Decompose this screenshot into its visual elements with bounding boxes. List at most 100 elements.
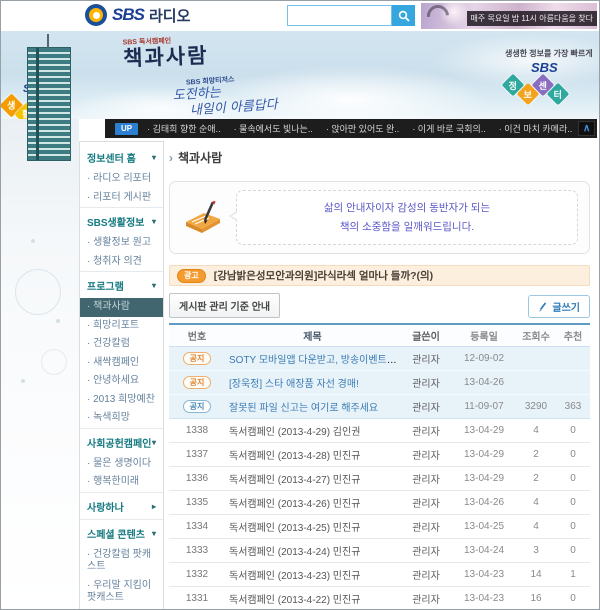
info-center-tagline: 생생한 정보를 가장 빠르게	[505, 48, 597, 59]
notice-row[interactable]: 공지SOTY 모바일앱 다운받고, 방송이벤트에 바로바로 참여하세요!관리자1…	[169, 347, 590, 371]
post-writer: 관리자	[400, 519, 452, 534]
up-badge: UP	[115, 123, 138, 135]
sidebar-section-title: 사회공헌캠페인	[87, 435, 151, 450]
post-title-link[interactable]: 독서캠페인 (2013-4-23) 민진규	[229, 571, 360, 582]
post-title-link[interactable]: 독서캠페인 (2013-4-29) 김인권	[229, 427, 360, 438]
post-writer: 관리자	[400, 351, 452, 366]
table-row[interactable]: 1334독서캠페인 (2013-4-25) 민진규관리자13-04-2540	[169, 515, 590, 539]
ticker-item[interactable]: · 앉아만 있어도 완..	[326, 122, 399, 135]
notice-badge: 공지	[183, 352, 212, 366]
sidebar-item[interactable]: · 건강칼럼 팟캐스트	[80, 546, 163, 577]
sidebar-section-header[interactable]: 프로그램▾	[80, 271, 163, 298]
table-row[interactable]: 1338독서캠페인 (2013-4-29) 김인권관리자13-04-2940	[169, 419, 590, 443]
logo-char: 터	[554, 88, 562, 101]
post-number: 1338	[169, 425, 225, 436]
page: SBS 라디오 매주 목요일 밤 11시 아름다움을 찾다 SBS 독서캠페인 …	[0, 0, 600, 610]
board-table: 번호제목글쓴이등록일조회수추천 공지SOTY 모바일앱 다운받고, 방송이벤트에…	[169, 323, 590, 610]
post-title-link[interactable]: SOTY 모바일앱 다운받고, 방송이벤트에 바로바로 참여하세요!	[229, 355, 400, 366]
pencil-icon	[538, 302, 548, 312]
post-writer: 관리자	[400, 543, 452, 558]
write-post-button[interactable]: 글쓰기	[528, 295, 590, 318]
table-row[interactable]: 1331독서캠페인 (2013-4-22) 민진규관리자13-04-23160	[169, 587, 590, 610]
logo-sbs-text: SBS	[112, 5, 144, 25]
notice-row[interactable]: 공지 잘못된 파일 신고는 여기로 해주세요 관리자11-09-073290363	[169, 395, 590, 419]
ticker-item[interactable]: · 김태희 향한 순애..	[147, 122, 220, 135]
table-row[interactable]: 1332독서캠페인 (2013-4-23) 민진규관리자13-04-23141	[169, 563, 590, 587]
ring-decoration	[15, 269, 61, 315]
post-title-link[interactable]: 독서캠페인 (2013-4-27) 민진규	[229, 475, 360, 486]
post-writer: 관리자	[400, 471, 452, 486]
hero-slogan: SBS 희망티저스 도전하는 내일이 아름답다	[172, 71, 278, 119]
logo-char: 보	[524, 88, 532, 101]
sidebar-item[interactable]: · 희망리포트	[80, 317, 163, 336]
ticker-collapse-button[interactable]: ∧	[578, 121, 595, 136]
notice-badge: 공지	[183, 376, 212, 390]
table-row[interactable]: 1333독서캠페인 (2013-4-24) 민진규관리자13-04-2430	[169, 539, 590, 563]
ad-notice-title[interactable]: [강남밝은성모안과의원]라식라섹 얼마나 들까?(의)	[214, 268, 433, 283]
sidebar-item[interactable]: · 새싹캠페인	[80, 354, 163, 373]
sidebar-section-header[interactable]: 정보센터 홈▾	[80, 144, 163, 170]
sidebar-item[interactable]: · 리포터 게시판	[80, 189, 163, 208]
sidebar-item[interactable]: · 책과사람	[80, 298, 163, 317]
notice-row[interactable]: 공지[장욱정] 스타 애장품 자선 경매!관리자13-04-26	[169, 371, 590, 395]
sidebar-item[interactable]: · 건강칼럼	[80, 335, 163, 354]
post-title-link[interactable]: 독서캠페인 (2013-4-26) 민진규	[229, 499, 360, 510]
sidebar-section-header[interactable]: 사랑하나▸	[80, 492, 163, 519]
logo-char: 센	[539, 79, 547, 92]
post-title-link[interactable]: [장욱정] 스타 애장품 자선 경매!	[229, 379, 359, 390]
page-title: › 책과사람	[169, 149, 222, 166]
campaign-title: 책과사람	[123, 45, 209, 70]
table-row[interactable]: 1335독서캠페인 (2013-4-26) 민진규관리자13-04-2640	[169, 491, 590, 515]
intro-speech-bubble: 삶의 안내자이자 감성의 동반자가 되는 책의 소중함을 일깨워드립니다.	[236, 190, 578, 245]
post-views: 2	[516, 473, 556, 484]
sidebar-item[interactable]: · 행복한미래	[80, 473, 163, 492]
post-title-link[interactable]: 독서캠페인 (2013-4-25) 민진규	[229, 523, 360, 534]
post-views: 3290	[516, 401, 556, 412]
column-header: 등록일	[452, 328, 516, 343]
sidebar-section-header[interactable]: 사회공헌캠페인▾	[80, 428, 163, 455]
post-views: 4	[516, 497, 556, 508]
sidebar-section-title: 정보센터 홈	[87, 150, 136, 165]
sidebar-item[interactable]: · 라디오 리포터	[80, 170, 163, 189]
ticker-item[interactable]: · 이게 바로 국회의..	[412, 122, 485, 135]
post-date: 11-09-07	[452, 401, 516, 412]
post-writer: 관리자	[400, 399, 452, 414]
sidebar-item[interactable]: · 안녕하세요	[80, 372, 163, 391]
sidebar-item[interactable]: · 녹색희망	[80, 409, 163, 428]
banner-ad-text: 매주 목요일 밤 11시 아름다움을 찾다	[467, 11, 597, 26]
post-date: 13-04-23	[452, 569, 516, 580]
sidebar-item[interactable]: · 물은 생명이다	[80, 455, 163, 474]
post-title-link[interactable]: 잘못된 파일 신고는 여기로 해주세요	[229, 403, 378, 414]
sidebar-item[interactable]: · 우리말 지킴이 팟캐스트	[80, 577, 163, 608]
search-input[interactable]	[287, 5, 392, 26]
post-likes: 0	[556, 545, 590, 556]
chevron-up-icon: ∧	[583, 124, 590, 134]
post-likes: 363	[556, 401, 590, 412]
table-row[interactable]: 1336독서캠페인 (2013-4-27) 민진규관리자13-04-2920	[169, 467, 590, 491]
post-views: 4	[516, 425, 556, 436]
sidebar-section-header[interactable]: SBS생활정보▾	[80, 207, 163, 234]
sidebar-item[interactable]: · 청취자 의견	[80, 253, 163, 272]
table-body: 공지SOTY 모바일앱 다운받고, 방송이벤트에 바로바로 참여하세요!관리자1…	[169, 347, 590, 610]
search-button[interactable]	[392, 5, 415, 26]
sidebar-item[interactable]: · 생활정보 원고	[80, 234, 163, 253]
post-title-link[interactable]: 독서캠페인 (2013-4-22) 민진규	[229, 595, 360, 606]
left-background	[1, 119, 79, 609]
ticker-item[interactable]: · 이건 마치 카메라..	[499, 122, 572, 135]
sbs-radio-logo[interactable]: SBS 라디오	[85, 4, 190, 26]
table-row[interactable]: 1337독서캠페인 (2013-4-28) 민진규관리자13-04-2920	[169, 443, 590, 467]
sidebar-section-title: SBS생활정보	[87, 214, 144, 229]
notice-badge: 공지	[183, 400, 212, 414]
ad-notice-row[interactable]: 광고 [강남밝은성모안과의원]라식라섹 얼마나 들까?(의)	[169, 265, 590, 286]
sidebar-item[interactable]: · 2013 희망예찬	[80, 391, 163, 410]
post-title-link[interactable]: 독서캠페인 (2013-4-28) 민진규	[229, 451, 360, 462]
ticker-item[interactable]: · 물속에서도 빛나는..	[234, 122, 313, 135]
write-post-label: 글쓰기	[552, 299, 580, 314]
building-antenna	[47, 34, 49, 48]
board-guide-button[interactable]: 게시판 관리 기준 안내	[169, 293, 280, 318]
post-views: 4	[516, 521, 556, 532]
sidebar-section-header[interactable]: 스페셜 콘텐츠▾	[80, 519, 163, 546]
post-title-link[interactable]: 독서캠페인 (2013-4-24) 민진규	[229, 547, 360, 558]
top-banner-ad[interactable]: 매주 목요일 밤 11시 아름다움을 찾다	[421, 3, 597, 29]
post-likes: 0	[556, 593, 590, 604]
